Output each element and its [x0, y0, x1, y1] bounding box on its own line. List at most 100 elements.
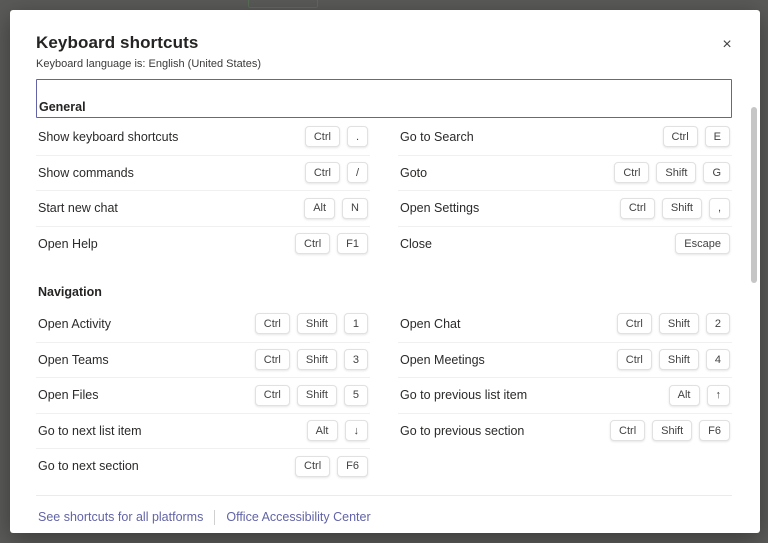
shortcut-label: Go to previous section	[400, 424, 524, 438]
key-cap: Alt	[304, 198, 335, 219]
key-cap: /	[347, 162, 368, 183]
key-cap: Shift	[652, 420, 692, 441]
shortcut-row: Go to next list item Alt ↓	[36, 413, 370, 449]
shortcut-label: Show commands	[38, 166, 134, 180]
scrollbar-thumb[interactable]	[751, 107, 757, 283]
key-cap: ,	[709, 198, 730, 219]
key-cap: Ctrl	[305, 162, 340, 183]
link-office-accessibility-center[interactable]: Office Accessibility Center	[226, 510, 370, 524]
dialog-title: Keyboard shortcuts	[36, 33, 732, 53]
key-cap: Ctrl	[614, 162, 649, 183]
shortcut-keys: Ctrl.	[298, 126, 368, 147]
section-header-general: General	[39, 100, 86, 114]
key-cap: Shift	[662, 198, 702, 219]
shortcut-row: Show commands Ctrl /	[36, 155, 370, 191]
shortcut-label: Open Teams	[38, 353, 109, 367]
shortcut-row: Open Meetings Ctrl Shift 4	[398, 342, 732, 378]
footer-link-separator	[214, 510, 215, 525]
shortcut-keys: Alt ↑	[662, 385, 730, 406]
key-cap: 1	[344, 313, 368, 334]
key-cap: F1	[337, 233, 368, 254]
shortcut-row: GotoCtrlShiftG	[398, 155, 732, 191]
key-cap: Shift	[297, 313, 337, 334]
shortcut-row: Close Escape	[398, 226, 732, 262]
shortcut-row: Go to previous list itemAlt↑	[398, 377, 732, 413]
shortcut-label: Show keyboard shortcuts	[38, 130, 178, 144]
shortcut-row: Go to previous section CtrlShiftF6	[398, 413, 732, 449]
key-cap: 5	[344, 385, 368, 406]
shortcut-label: Close	[400, 237, 432, 251]
shortcut-label: Go to Search	[400, 130, 474, 144]
keyboard-language-text: Keyboard language is: English (United St…	[36, 58, 732, 70]
key-cap: Ctrl	[255, 385, 290, 406]
shortcut-keys: Ctrl Shift 5	[248, 385, 368, 406]
shortcut-row: Go to next section Ctrl F6	[36, 448, 370, 484]
shortcut-keys: CtrlShiftF6	[603, 420, 730, 441]
shortcut-label: Open Meetings	[400, 353, 485, 367]
shortcut-label: Open Help	[38, 237, 98, 251]
shortcut-label: Open Chat	[400, 317, 460, 331]
section-general-rows: Show keyboard shortcuts Ctrl. Show command…	[36, 119, 732, 261]
dialog-content: Keyboard shortcuts Keyboard language is:…	[10, 10, 760, 525]
shortcut-row: Start new chat Alt N	[36, 190, 370, 226]
shortcut-keys: Ctrl Shift 1	[248, 313, 368, 334]
key-cap: Ctrl	[255, 313, 290, 334]
shortcut-keys: Ctrl Shift,	[613, 198, 730, 219]
key-cap: 4	[706, 349, 730, 370]
key-cap: Shift	[297, 385, 337, 406]
key-cap: N	[342, 198, 368, 219]
key-cap: 3	[344, 349, 368, 370]
shortcut-row: Open Files Ctrl Shift 5	[36, 377, 370, 413]
close-icon[interactable]: ×	[716, 34, 738, 56]
shortcut-label: Goto	[400, 166, 427, 180]
key-cap: Ctrl	[620, 198, 655, 219]
key-cap: F6	[337, 456, 368, 477]
shortcut-row: Open ChatCtrlShift2	[398, 306, 732, 342]
shortcut-row: Show keyboard shortcuts Ctrl.	[36, 119, 370, 155]
key-cap: .	[347, 126, 368, 147]
key-cap: Escape	[675, 233, 730, 254]
background-app-remnant	[248, 0, 318, 8]
shortcut-keys: Ctrl F1	[288, 233, 368, 254]
shortcut-keys: Ctrl Shift 4	[610, 349, 730, 370]
shortcut-row: Open Activity Ctrl Shift 1	[36, 306, 370, 342]
shortcut-keys: Ctrl E	[656, 126, 730, 147]
key-cap: Ctrl	[617, 313, 652, 334]
key-cap: Shift	[659, 349, 699, 370]
shortcut-label: Open Activity	[38, 317, 111, 331]
shortcut-keys: Escape	[668, 233, 730, 254]
key-cap: Alt	[307, 420, 338, 441]
section-header-navigation: Navigation	[36, 285, 732, 299]
shortcut-keys: Alt N	[297, 198, 368, 219]
shortcut-label: Go to next list item	[38, 424, 142, 438]
link-see-shortcuts-all-platforms[interactable]: See shortcuts for all platforms	[38, 510, 203, 524]
shortcut-keys: Alt ↓	[300, 420, 368, 441]
key-cap: Shift	[659, 313, 699, 334]
section-navigation-rows: Open ActivityCtrlShift1Open TeamsCtrlShi…	[36, 306, 732, 484]
key-cap: E	[705, 126, 730, 147]
shortcut-row: Go to Search Ctrl E	[398, 119, 732, 155]
key-cap: Shift	[656, 162, 696, 183]
keyboard-shortcuts-dialog: × Keyboard shortcuts Keyboard language i…	[10, 10, 760, 533]
key-cap: Shift	[297, 349, 337, 370]
key-cap: ↑	[707, 385, 731, 406]
shortcut-label: Open Files	[38, 388, 98, 402]
key-cap: ↓	[345, 420, 369, 441]
key-cap: Ctrl	[295, 456, 330, 477]
key-cap: Ctrl	[305, 126, 340, 147]
shortcut-keys: CtrlShift2	[610, 313, 730, 334]
section-general-focus-box[interactable]: General	[36, 79, 732, 118]
key-cap: Ctrl	[663, 126, 698, 147]
key-cap: Alt	[669, 385, 700, 406]
shortcut-keys: Ctrl Shift 3	[248, 349, 368, 370]
key-cap: Ctrl	[295, 233, 330, 254]
footer-links: See shortcuts for all platforms Office A…	[36, 496, 732, 525]
shortcut-label: Go to next section	[38, 459, 139, 473]
key-cap: Ctrl	[255, 349, 290, 370]
shortcut-row: Open Teams Ctrl Shift 3	[36, 342, 370, 378]
shortcut-keys: Ctrl /	[298, 162, 368, 183]
shortcut-label: Open Settings	[400, 201, 479, 215]
shortcut-keys: Ctrl F6	[288, 456, 368, 477]
key-cap: Ctrl	[617, 349, 652, 370]
shortcut-label: Start new chat	[38, 201, 118, 215]
